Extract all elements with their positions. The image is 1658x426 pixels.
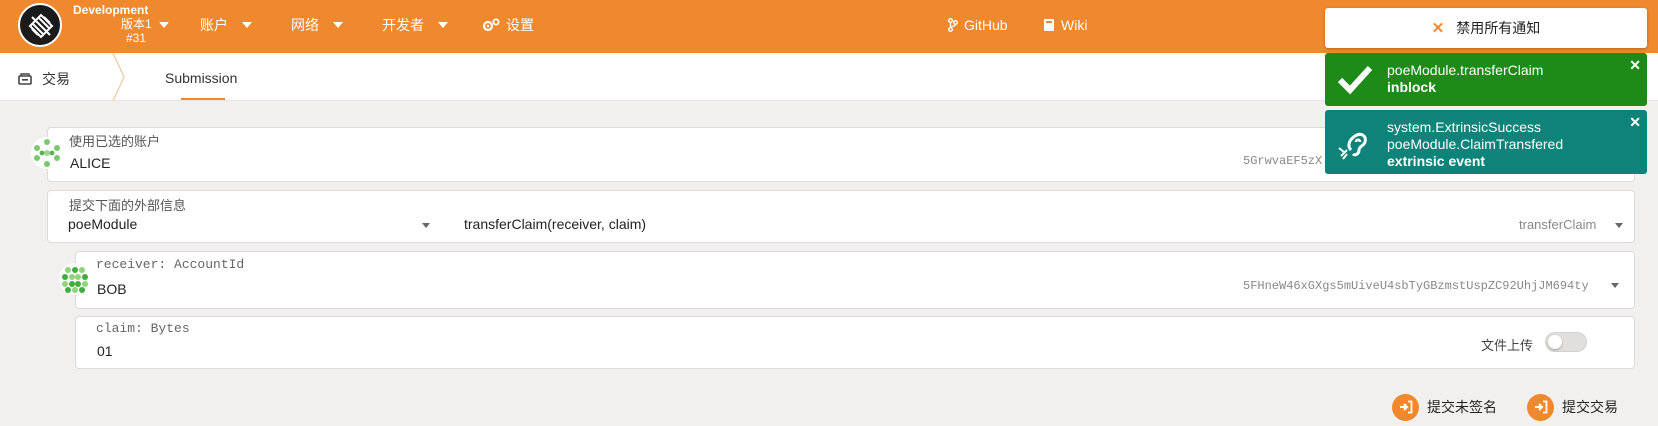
chevron-down-icon: [242, 22, 252, 28]
sign-in-icon: [1392, 393, 1419, 421]
toast-extrinsic-event: system.ExtrinsicSuccess poeModule.ClaimT…: [1325, 110, 1647, 174]
chain-build: #31: [126, 31, 147, 45]
account-label: 使用已选的账户: [69, 134, 161, 149]
breadcrumb[interactable]: 交易: [18, 69, 70, 89]
toast-event-status: extrinsic event: [1387, 153, 1486, 169]
code-branch-icon: [948, 18, 958, 32]
book-icon: [1044, 19, 1054, 31]
receiver-value: BOB: [97, 281, 127, 297]
active-tab-indicator: [181, 98, 225, 100]
gears-icon: [482, 18, 500, 32]
account-value: ALICE: [70, 155, 111, 171]
chain-dropdown-icon[interactable]: [159, 22, 169, 28]
method-value: transferClaim(receiver, claim): [464, 216, 647, 232]
method-dropdown-icon: [1615, 223, 1623, 228]
account-address: 5GrwvaEF5zX: [1243, 154, 1323, 168]
sign-in-icon: [1527, 393, 1554, 421]
nav-accounts-label: 账户: [200, 17, 228, 33]
module-value: poeModule: [68, 216, 138, 232]
submit-transaction-button[interactable]: 提交交易: [1527, 393, 1618, 421]
toggle-knob: [1548, 335, 1562, 349]
toast-close-icon[interactable]: ✕: [1629, 57, 1641, 74]
toast-inblock: poeModule.transferClaim inblock ✕: [1325, 53, 1647, 106]
submit-unsigned-label: 提交未签名: [1427, 399, 1497, 415]
account-identicon-icon: [31, 137, 63, 169]
module-dropdown[interactable]: poeModule: [50, 212, 435, 240]
chain-name: Development: [73, 3, 149, 17]
tab-submission[interactable]: Submission: [165, 70, 237, 86]
file-upload-label: 文件上传: [1481, 338, 1534, 353]
toast-inblock-status: inblock: [1387, 79, 1437, 95]
file-upload-toggle[interactable]: [1545, 332, 1587, 352]
claim-input[interactable]: [75, 316, 1635, 369]
substrate-logo-icon[interactable]: [18, 3, 62, 47]
submit-transaction-label: 提交交易: [1562, 399, 1618, 415]
nav-wiki-label: Wiki: [1061, 17, 1088, 33]
nav-wiki[interactable]: Wiki: [1043, 17, 1087, 33]
chevron-down-icon: [438, 22, 448, 28]
nav-network-label: 网络: [291, 17, 319, 33]
receiver-label: receiver: AccountId: [96, 257, 245, 272]
receiver-address: 5FHneW46xGXgs5mUiveU4sbTyGBzmstUspZC92Uh…: [1243, 279, 1589, 293]
disable-all-notifications-label: 禁用所有通知: [1456, 20, 1541, 36]
module-dropdown-icon: [422, 223, 430, 228]
nav-settings-label: 设置: [506, 17, 534, 33]
method-short: transferClaim: [1519, 217, 1597, 232]
chevron-down-icon: [333, 22, 343, 28]
nav-github-label: GitHub: [964, 17, 1008, 33]
nav-accounts[interactable]: 账户: [200, 17, 252, 33]
transaction-icon: [18, 73, 32, 85]
nav-network[interactable]: 网络: [291, 17, 343, 33]
breadcrumb-separator-icon: [112, 53, 125, 101]
breadcrumb-label: 交易: [42, 71, 70, 87]
method-dropdown[interactable]: transferClaim(receiver, claim) transferC…: [455, 212, 1630, 240]
assistive-listening-icon: [1338, 132, 1367, 160]
claim-label: claim: Bytes: [96, 321, 190, 336]
chain-info[interactable]: Development 版本1 #31: [73, 3, 163, 45]
receiver-dropdown-icon[interactable]: [1611, 283, 1619, 288]
nav-developer-label: 开发者: [382, 17, 424, 33]
disable-all-notifications-button[interactable]: ✕ 禁用所有通知: [1325, 8, 1647, 48]
chain-version: 版本1: [121, 17, 152, 31]
submit-unsigned-button[interactable]: 提交未签名: [1392, 393, 1497, 421]
toast-event-line1: system.ExtrinsicSuccess: [1387, 119, 1542, 135]
nav-settings[interactable]: 设置: [482, 17, 534, 33]
nav-developer[interactable]: 开发者: [382, 17, 448, 33]
toast-close-icon[interactable]: ✕: [1629, 114, 1641, 131]
toast-event-line2: poeModule.ClaimTransfered: [1387, 136, 1564, 152]
close-icon: ✕: [1431, 20, 1445, 37]
check-icon: [1337, 65, 1373, 95]
toast-inblock-title: poeModule.transferClaim: [1387, 62, 1544, 78]
receiver-identicon-icon: [59, 263, 91, 295]
claim-value: 01: [97, 343, 113, 359]
nav-github[interactable]: GitHub: [948, 17, 1008, 33]
